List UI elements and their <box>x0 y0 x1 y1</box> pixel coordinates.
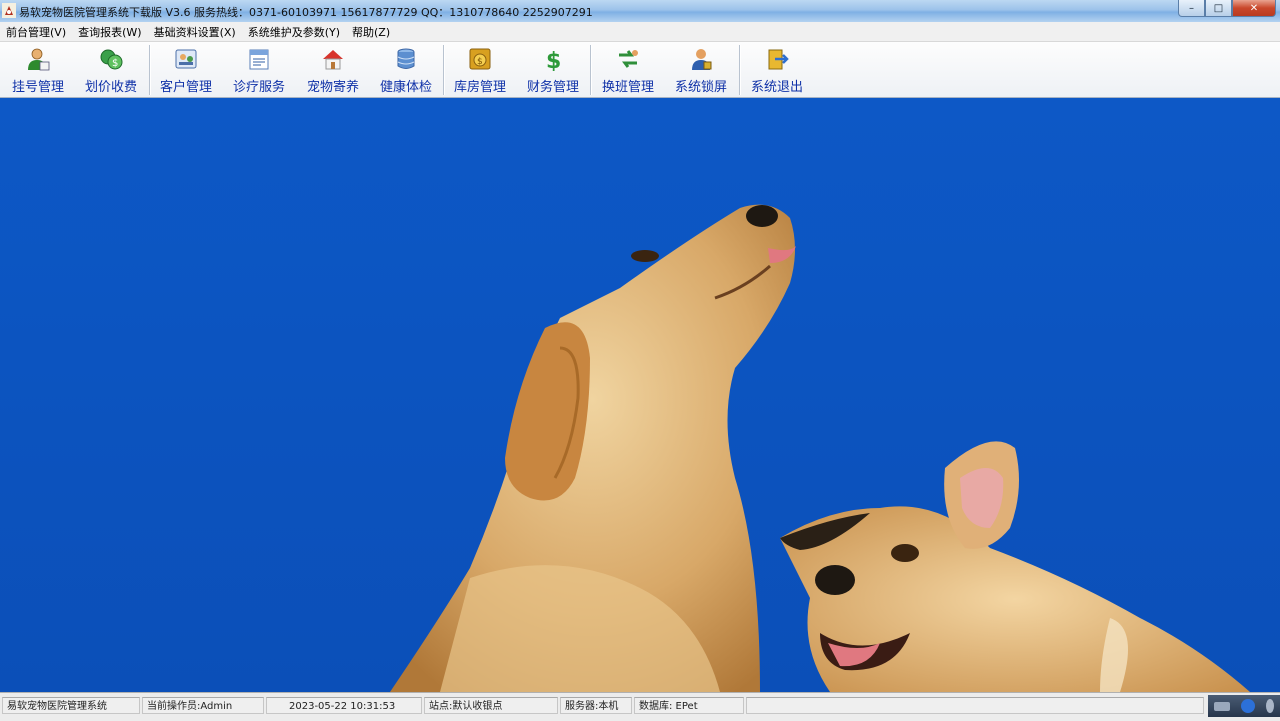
app-logo-icon <box>2 3 16 18</box>
boarding-button[interactable]: 宠物寄养 <box>300 44 366 96</box>
status-bar: 易软宠物医院管理系统 当前操作员:Admin 2023-05-22 10:31:… <box>0 692 1280 721</box>
keyboard-icon[interactable] <box>1213 701 1230 711</box>
customers-button[interactable]: 客户管理 <box>154 44 218 96</box>
lock-screen-button[interactable]: 系统锁屏 <box>668 44 734 96</box>
minimize-button[interactable]: – <box>1178 0 1205 17</box>
window-title-bar: 易软宠物医院管理系统下载版 V3.6 服务热线：0371-60103971 15… <box>0 0 1280 23</box>
status-empty-panel <box>746 697 1204 714</box>
close-button[interactable]: ✕ <box>1232 0 1276 17</box>
diagnosis-form-icon <box>249 49 269 70</box>
customers-icon <box>175 49 197 69</box>
svg-text:$: $ <box>477 57 483 67</box>
customers-label: 客户管理 <box>159 80 212 95</box>
health-check-label: 健康体检 <box>379 80 432 95</box>
shift-handover-icon <box>619 50 638 68</box>
status-database: 数据库: EPet <box>634 697 744 714</box>
health-check-button[interactable]: 健康体检 <box>373 44 439 96</box>
diagnosis-button[interactable]: 诊疗服务 <box>226 44 292 96</box>
exit-label: 系统退出 <box>750 80 803 95</box>
lock-screen-user-icon <box>692 49 712 70</box>
toolbar-separator <box>590 45 592 95</box>
maximize-button[interactable]: □ <box>1205 0 1232 17</box>
shift-button[interactable]: 换班管理 <box>595 44 661 96</box>
menu-help[interactable]: 帮助(Z) <box>346 22 396 41</box>
menu-front-desk[interactable]: 前台管理(V) <box>0 22 72 41</box>
arrow-icon[interactable] <box>1266 699 1275 713</box>
billing-button[interactable]: $ 划价收费 <box>78 44 144 96</box>
user-register-icon <box>28 48 50 71</box>
background-dogs-image <box>0 98 1280 692</box>
boarding-label: 宠物寄养 <box>306 80 359 95</box>
register-label: 挂号管理 <box>11 80 64 95</box>
status-station: 站点:默认收银点 <box>424 697 558 714</box>
finance-label: 财务管理 <box>526 80 579 95</box>
status-datetime: 2023-05-22 10:31:53 <box>266 697 422 714</box>
register-button[interactable]: 挂号管理 <box>4 44 72 96</box>
svg-text:$: $ <box>546 49 561 71</box>
menu-reports[interactable]: 查询报表(W) <box>72 22 147 41</box>
database-icon <box>397 48 415 69</box>
finance-button[interactable]: $ 财务管理 <box>521 44 585 96</box>
window-title: 易软宠物医院管理系统下载版 V3.6 服务热线：0371-60103971 15… <box>19 6 593 19</box>
diagnosis-label: 诊疗服务 <box>232 80 285 95</box>
shift-label: 换班管理 <box>601 80 654 95</box>
exit-door-icon <box>768 49 789 70</box>
dollar-icon: $ <box>546 49 561 71</box>
toolbar-separator <box>739 45 741 95</box>
exit-button[interactable]: 系统退出 <box>744 44 810 96</box>
svg-text:$: $ <box>112 58 118 69</box>
billing-label: 划价收费 <box>84 80 137 95</box>
toolbar-separator <box>149 45 151 95</box>
system-tray <box>1208 695 1280 717</box>
toolbar: 挂号管理 $ 划价收费 客户管理 诊疗服务 宠物寄养 健康体检 $ 库房管理 $… <box>0 42 1280 98</box>
status-app-name: 易软宠物医院管理系统 <box>2 697 140 714</box>
money-exchange-icon: $ <box>100 49 123 70</box>
warehouse-label: 库房管理 <box>453 80 506 95</box>
menu-base-data[interactable]: 基础资料设置(X) <box>148 22 242 41</box>
menu-bar: 前台管理(V) 查询报表(W) 基础资料设置(X) 系统维护及参数(Y) 帮助(… <box>0 22 1280 42</box>
help-icon[interactable] <box>1240 699 1255 713</box>
warehouse-button[interactable]: $ 库房管理 <box>448 44 512 96</box>
pet-house-icon <box>323 50 343 70</box>
menu-system-maintenance[interactable]: 系统维护及参数(Y) <box>242 22 346 41</box>
status-server: 服务器:本机 <box>560 697 632 714</box>
status-operator: 当前操作员:Admin <box>142 697 264 714</box>
toolbar-separator <box>443 45 445 95</box>
money-bag-icon: $ <box>469 48 491 70</box>
lock-screen-label: 系统锁屏 <box>674 80 727 95</box>
